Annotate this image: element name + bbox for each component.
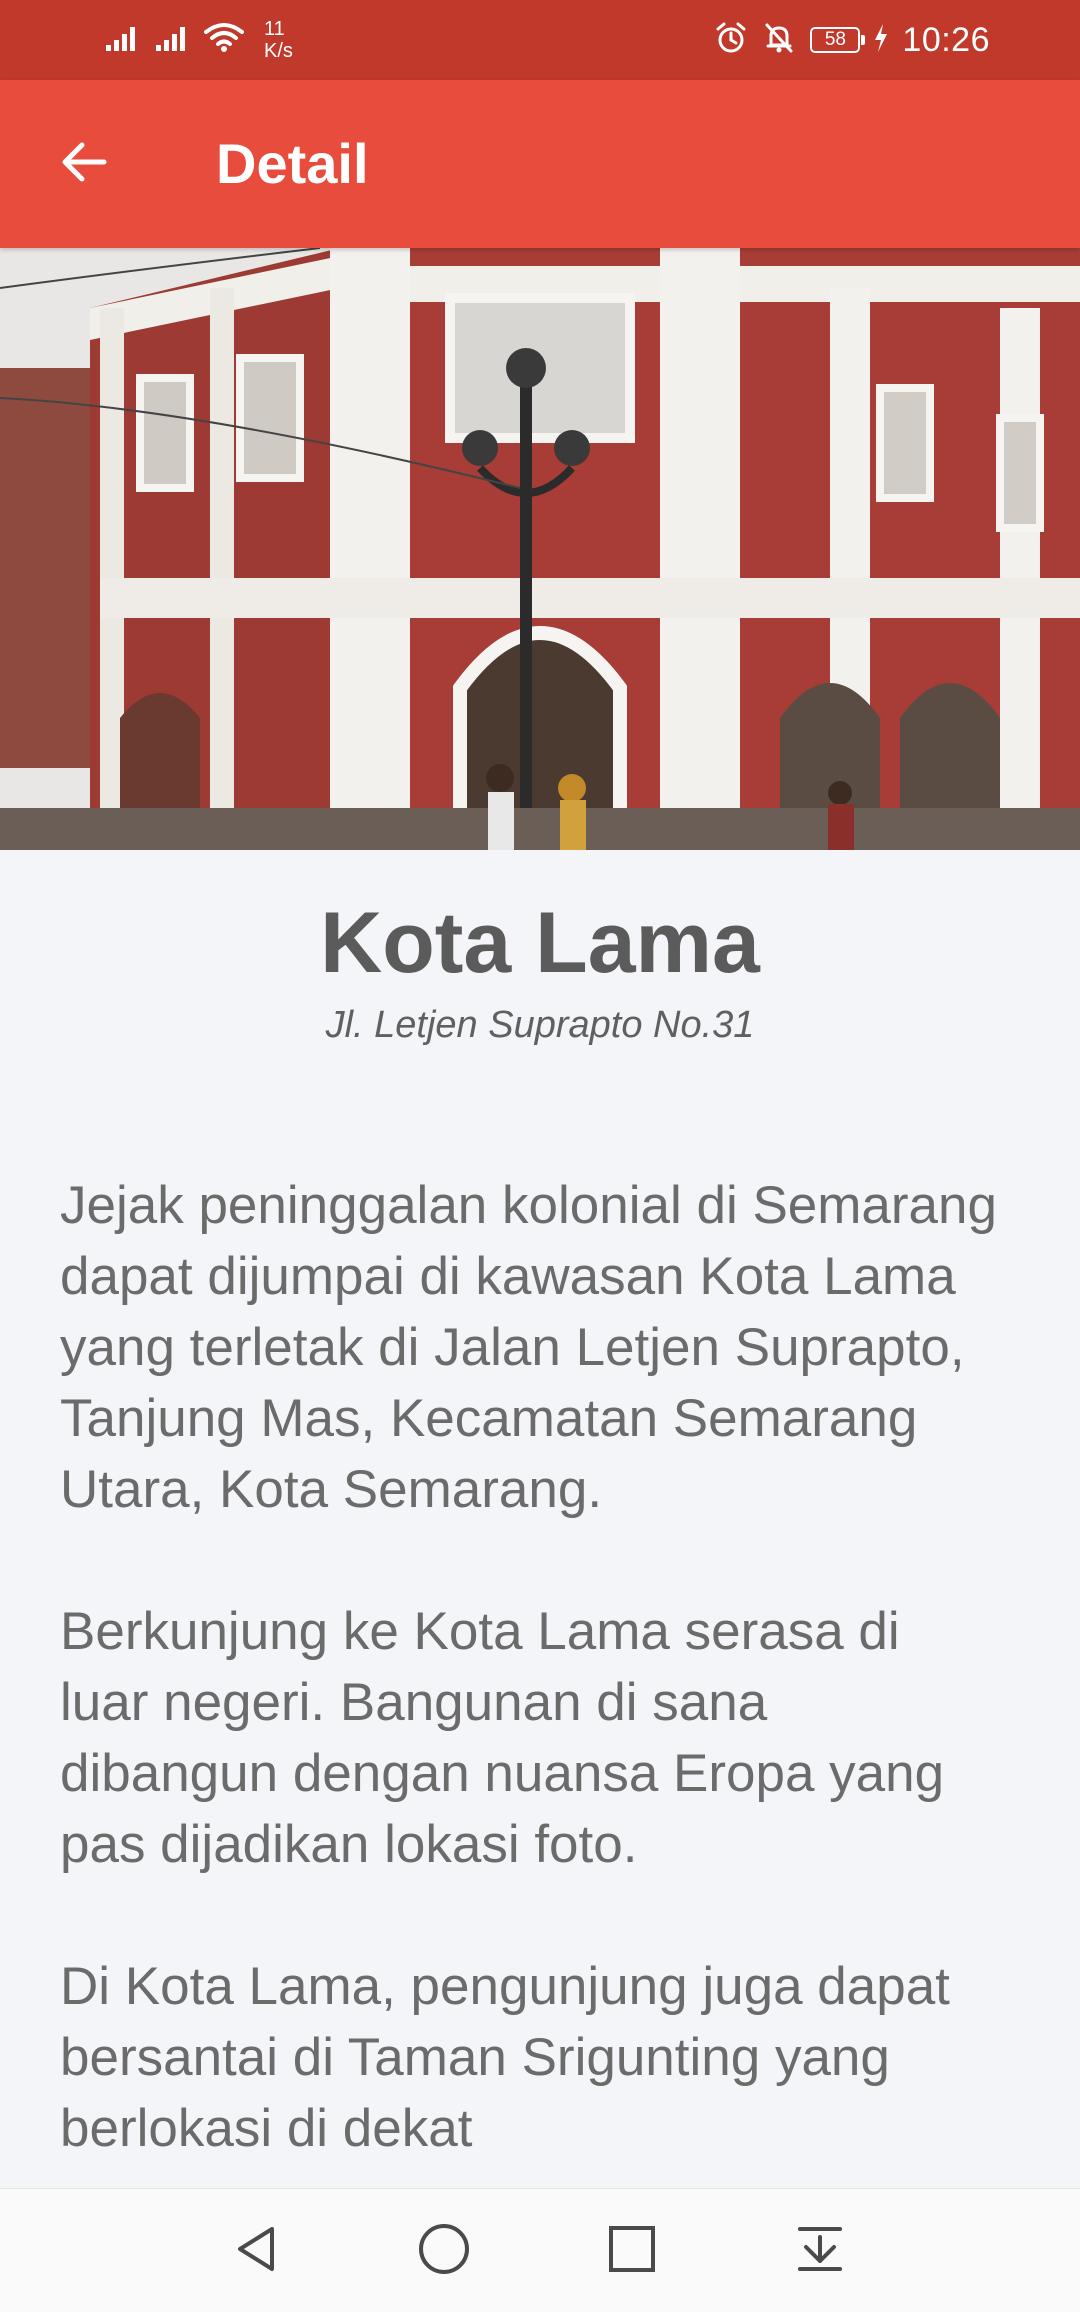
status-left-group: 11 K/s <box>104 14 293 66</box>
system-navigation-bar <box>0 2188 1080 2312</box>
signal-strength-icon-sim2 <box>154 23 190 58</box>
clock: 10:26 <box>902 20 990 59</box>
arrow-left-icon <box>58 136 110 193</box>
hero-image-illustration <box>0 248 1080 850</box>
status-right-group: 58 10:26 <box>714 14 990 66</box>
home-circle-icon <box>416 2221 472 2282</box>
description-paragraph: Di Kota Lama, pengunjung juga dapat bers… <box>60 1957 950 2158</box>
nav-home-button[interactable] <box>404 2211 484 2291</box>
nav-notification-button[interactable] <box>780 2211 860 2291</box>
network-speed-indicator: 11 K/s <box>264 18 293 62</box>
wifi-icon <box>204 22 244 59</box>
charging-bolt-icon <box>874 23 888 58</box>
description-paragraph: Berkunjung ke Kota Lama serasa di luar n… <box>60 1602 945 1874</box>
page-title: Detail <box>216 132 369 195</box>
signal-strength-icon-sim1 <box>104 23 140 58</box>
place-name: Kota Lama <box>320 895 760 991</box>
detail-screen: 11 K/s 58 10:26 Detail Kota Lama Jl. Let… <box>0 0 1080 2312</box>
app-bar: Detail <box>0 80 1080 248</box>
detail-content: Kota Lama Jl. Letjen Suprapto No.31 Jeja… <box>0 850 1080 2188</box>
battery-level: 58 <box>824 29 846 50</box>
place-address: Jl. Letjen Suprapto No.31 <box>325 1004 755 1046</box>
description-paragraph: Jejak peninggalan kolonial di Semarang d… <box>60 1176 997 1519</box>
back-button[interactable] <box>44 124 124 204</box>
hero-image <box>0 248 1080 850</box>
network-speed-unit: K/s <box>264 40 293 62</box>
alarm-icon <box>714 21 748 60</box>
status-bar: 11 K/s 58 10:26 <box>0 0 1080 80</box>
recents-square-icon <box>604 2221 660 2282</box>
battery-indicator: 58 <box>810 27 866 53</box>
nav-recents-button[interactable] <box>592 2211 672 2291</box>
nav-back-button[interactable] <box>216 2211 296 2291</box>
network-speed-value: 11 <box>264 18 285 40</box>
place-description: Jejak peninggalan kolonial di Semarang d… <box>60 1170 1000 2188</box>
notification-pulldown-icon <box>792 2221 848 2282</box>
notifications-muted-icon <box>762 21 796 60</box>
back-triangle-icon <box>228 2221 284 2282</box>
